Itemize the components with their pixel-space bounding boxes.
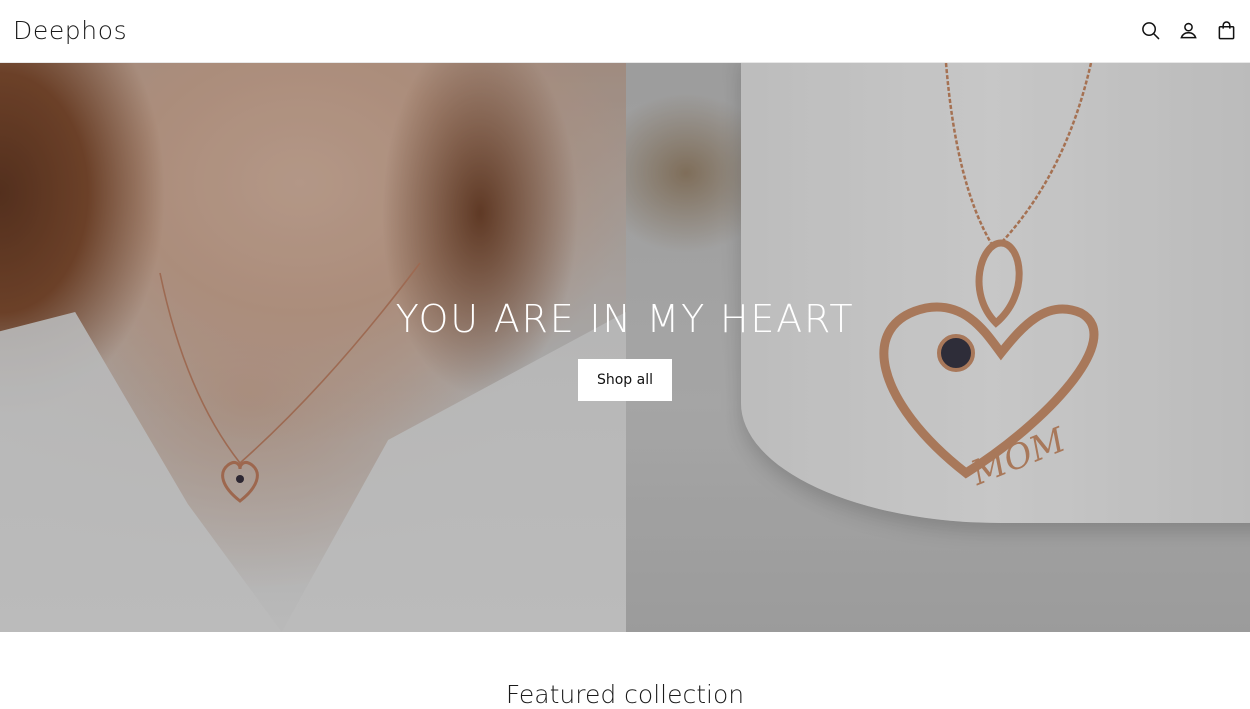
account-icon[interactable]: [1178, 20, 1198, 40]
search-icon[interactable]: [1140, 20, 1160, 40]
hero-title: YOU ARE IN MY HEART: [395, 297, 855, 341]
site-header: Deephos: [0, 0, 1250, 63]
hero-content: YOU ARE IN MY HEART Shop all: [0, 297, 1250, 401]
featured-collection-heading: Featured collection: [505, 680, 745, 709]
site-logo[interactable]: Deephos: [13, 16, 127, 45]
header-icons: [1140, 20, 1236, 40]
cart-icon[interactable]: [1216, 20, 1236, 40]
hero-banner: MOM YOU ARE IN MY HEART Shop all: [0, 63, 1250, 632]
shop-all-button[interactable]: Shop all: [577, 359, 673, 401]
